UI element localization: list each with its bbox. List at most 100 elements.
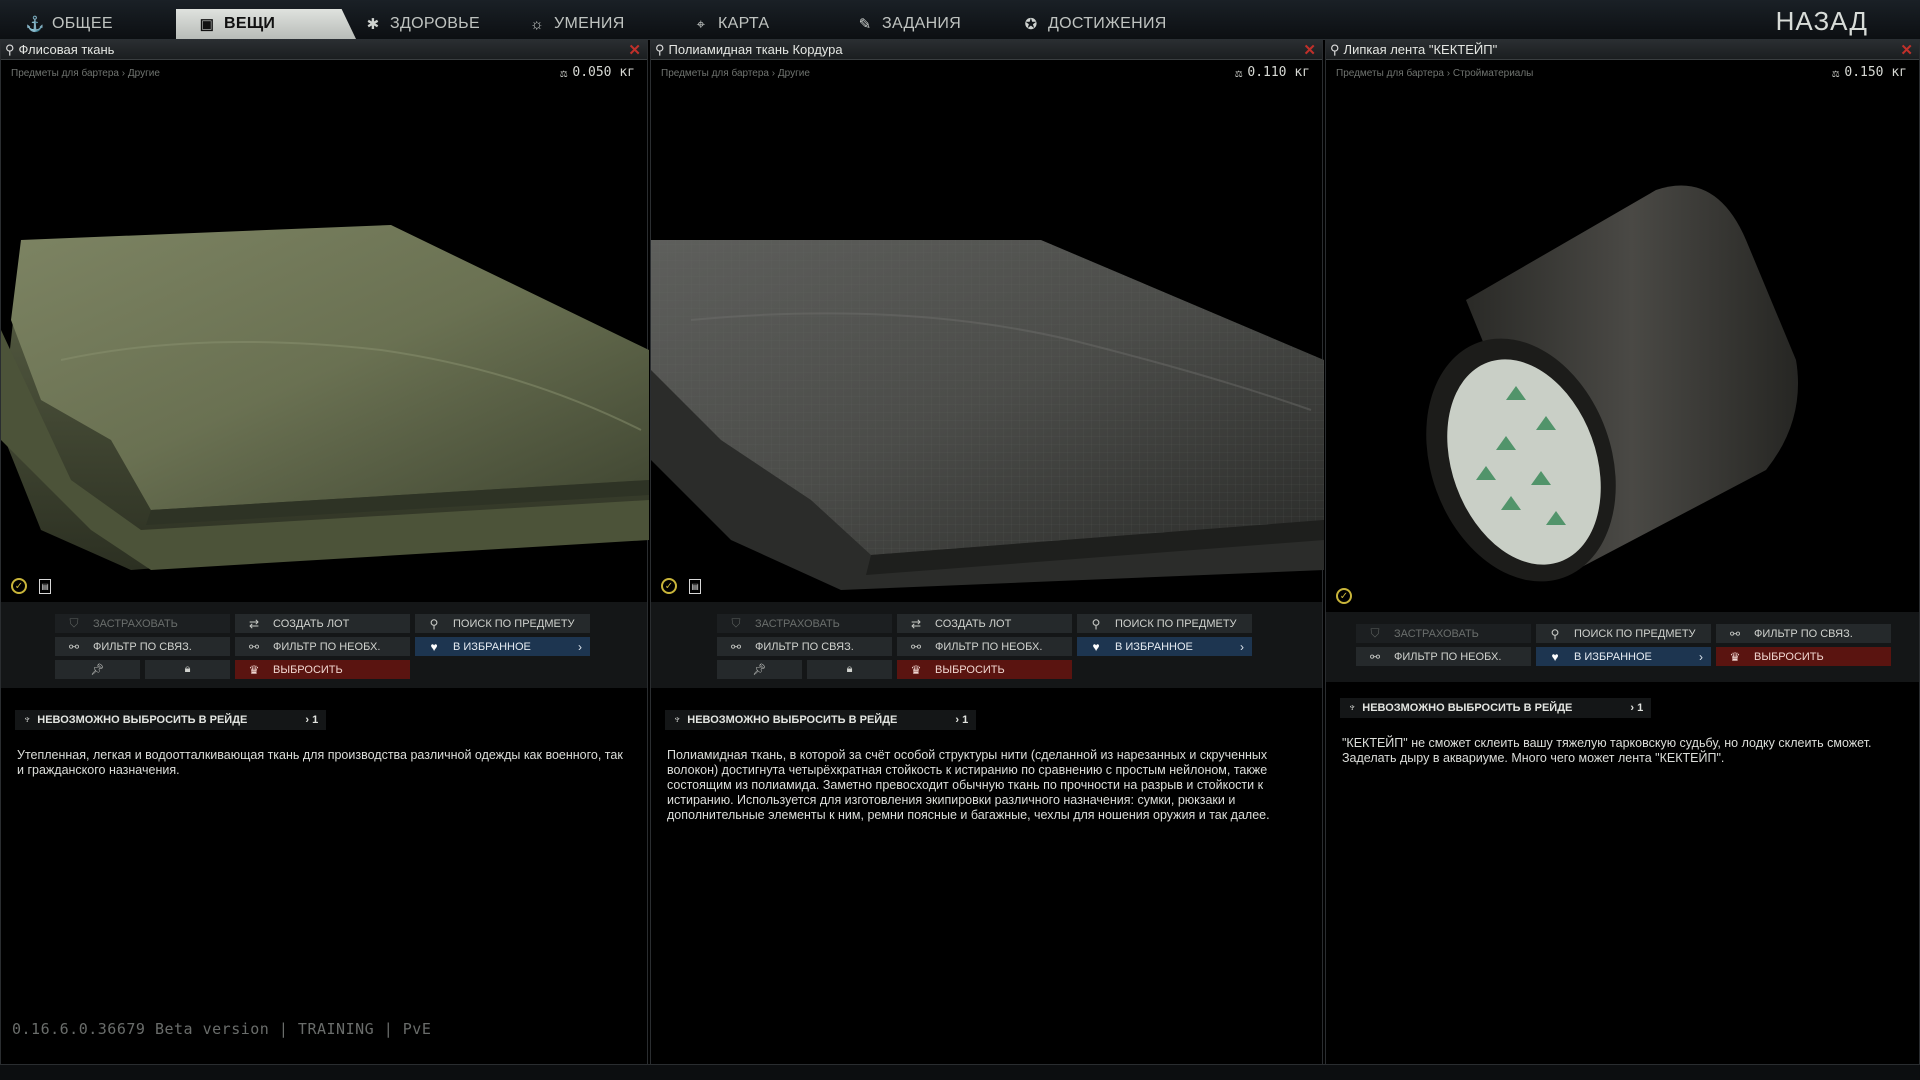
lock-icon: 🔒︎ [184, 663, 191, 675]
examined-icon: ✓ [11, 578, 27, 594]
item-badges: ✓ ▤ [11, 578, 51, 594]
version-label: 0.16.6.0.36679 Beta version | TRAINING |… [12, 1020, 432, 1038]
lock-button[interactable]: 🔒︎ [145, 660, 230, 679]
search-item-button[interactable]: ⚲ ПОИСК ПО ПРЕДМЕТУ [1077, 614, 1252, 633]
skills-icon: ☼ [529, 15, 545, 33]
filter-linked-button[interactable]: ⚯ ФИЛЬТР ПО СВЯЗ. [717, 637, 892, 656]
tab-label: УМЕНИЯ [554, 15, 625, 32]
filter-needed-label: ФИЛЬТР ПО НЕОБХ. [935, 640, 1043, 653]
heart-icon: ♥ [1551, 649, 1559, 664]
document-icon: ▤ [689, 578, 701, 594]
search-icon: ⚲ [5, 41, 15, 57]
discard-button[interactable]: ♛ ВЫБРОСИТЬ [235, 660, 410, 679]
tab-items[interactable]: ▣ ВЕЩИ [176, 9, 356, 39]
insure-button[interactable]: ⛉ ЗАСТРАХОВАТЬ [717, 614, 892, 633]
lock-button[interactable]: 🔒︎ [807, 660, 892, 679]
tab-tasks[interactable]: ✎ ЗАДАНИЯ [856, 9, 1006, 39]
create-lot-button[interactable]: ⇄ СОЗДАТЬ ЛОТ [897, 614, 1072, 633]
favorite-button[interactable]: ♥ В ИЗБРАННОЕ › [1077, 637, 1252, 656]
trophy-icon: ♆ [1348, 702, 1357, 714]
discard-button[interactable]: ♛ ВЫБРОСИТЬ [1716, 647, 1891, 666]
heart-icon: ♥ [430, 639, 438, 654]
raid-restriction-tag[interactable]: ♆ НЕВОЗМОЖНО ВЫБРОСИТЬ В РЕЙДЕ › 1 [15, 710, 327, 730]
weight-value: 0.110 кг [1247, 65, 1310, 80]
chevron-right-icon: › [1240, 639, 1244, 654]
health-icon: ✱ [366, 16, 380, 33]
discard-button[interactable]: ♛ ВЫБРОСИТЬ [897, 660, 1072, 679]
examined-icon: ✓ [1336, 588, 1352, 604]
tab-label: ВЕЩИ [224, 15, 276, 32]
achievement-icon: ✪ [1024, 16, 1038, 33]
close-icon[interactable]: ✕ [628, 41, 641, 59]
breadcrumb: Предметы для бартера › Другие [661, 68, 810, 79]
link-icon: ⚯ [248, 639, 260, 654]
favorite-button[interactable]: ♥ В ИЗБРАННОЕ › [415, 637, 590, 656]
create-lot-label: СОЗДАТЬ ЛОТ [935, 617, 1012, 630]
raid-tag-label: НЕВОЗМОЖНО ВЫБРОСИТЬ В РЕЙДЕ [687, 714, 898, 726]
link-icon: ⚯ [730, 639, 742, 654]
action-bar: ⛉ ЗАСТРАХОВАТЬ ⇄ СОЗДАТЬ ЛОТ ⚲ ПОИСК ПО … [651, 602, 1322, 688]
filter-needed-button[interactable]: ⚯ ФИЛЬТР ПО НЕОБХ. [235, 637, 410, 656]
close-icon[interactable]: ✕ [1303, 41, 1316, 59]
insure-button[interactable]: ⛉ ЗАСТРАХОВАТЬ [1356, 624, 1531, 643]
raid-tag-count: › 1 [955, 714, 969, 726]
item-panel-tape: ⚲ Липкая лента "КЕКТЕЙП" ✕ Предметы для … [1325, 40, 1920, 1064]
item-weight: ⚖ 0.050 кг [560, 65, 635, 80]
search-icon: ⚲ [1330, 41, 1340, 57]
magnifier-icon: ⚲ [1550, 626, 1560, 641]
filter-needed-label: ФИЛЬТР ПО НЕОБХ. [1394, 650, 1502, 663]
tab-achievements[interactable]: ✪ ДОСТИЖЕНИЯ [1022, 9, 1182, 39]
insure-label: ЗАСТРАХОВАТЬ [1394, 627, 1479, 640]
tab-label: ЗДОРОВЬЕ [390, 15, 480, 32]
search-item-label: ПОИСК ПО ПРЕДМЕТУ [1574, 627, 1696, 640]
tab-general[interactable]: ⚓ ОБЩЕЕ [26, 9, 176, 39]
pin-button[interactable]: 📌︎ [55, 660, 140, 679]
pin-button[interactable]: 📌︎ [717, 660, 802, 679]
swap-icon: ⇄ [910, 616, 922, 631]
item-image-tape [1426, 185, 1798, 582]
panel-header[interactable]: ⚲ Липкая лента "КЕКТЕЙП" ✕ [1326, 40, 1919, 60]
search-item-button[interactable]: ⚲ ПОИСК ПО ПРЕДМЕТУ [415, 614, 590, 633]
raid-restriction-tag[interactable]: ♆ НЕВОЗМОЖНО ВЫБРОСИТЬ В РЕЙДЕ › 1 [665, 710, 977, 730]
search-item-button[interactable]: ⚲ ПОИСК ПО ПРЕДМЕТУ [1536, 624, 1711, 643]
create-lot-button[interactable]: ⇄ СОЗДАТЬ ЛОТ [235, 614, 410, 633]
raid-restriction-tag[interactable]: ♆ НЕВОЗМОЖНО ВЫБРОСИТЬ В РЕЙДЕ › 1 [1340, 698, 1652, 718]
filter-needed-button[interactable]: ⚯ ФИЛЬТР ПО НЕОБХ. [897, 637, 1072, 656]
insure-button[interactable]: ⛉ ЗАСТРАХОВАТЬ [55, 614, 230, 633]
favorite-label: В ИЗБРАННОЕ [1574, 650, 1652, 663]
back-button[interactable]: НАЗАД [1776, 6, 1868, 37]
top-nav: ⚓ ОБЩЕЕ ▣ ВЕЩИ ✱ ЗДОРОВЬЕ ☼ УМЕНИЯ ⌖ КАР… [0, 0, 1920, 40]
filter-linked-label: ФИЛЬТР ПО СВЯЗ. [93, 640, 192, 653]
shield-icon: ⛉ [731, 616, 741, 630]
panel-header[interactable]: ⚲ Полиамидная ткань Кордура ✕ [651, 40, 1322, 60]
tasks-icon: ✎ [858, 16, 872, 33]
discard-icon: ♛ [910, 662, 922, 677]
filter-needed-button[interactable]: ⚯ ФИЛЬТР ПО НЕОБХ. [1356, 647, 1531, 666]
item-description: Полиамидная ткань, в которой за счёт осо… [667, 748, 1270, 822]
close-icon[interactable]: ✕ [1900, 41, 1913, 59]
insure-label: ЗАСТРАХОВАТЬ [93, 617, 178, 630]
chevron-right-icon: › [578, 639, 582, 654]
raid-tag-label: НЕВОЗМОЖНО ВЫБРОСИТЬ В РЕЙДЕ [37, 714, 248, 726]
item-weight: ⚖ 0.110 кг [1235, 65, 1310, 80]
tab-label: КАРТА [718, 15, 770, 32]
weight-value: 0.050 кг [572, 65, 635, 80]
tab-health[interactable]: ✱ ЗДОРОВЬЕ [364, 9, 514, 39]
filter-linked-button[interactable]: ⚯ ФИЛЬТР ПО СВЯЗ. [55, 637, 230, 656]
weight-icon: ⚖ [1832, 65, 1840, 80]
panel-header[interactable]: ⚲ Флисовая ткань ✕ [1, 40, 647, 60]
item-badges: ✓ ▤ [661, 578, 701, 594]
discard-label: ВЫБРОСИТЬ [273, 663, 343, 676]
lock-icon: 🔒︎ [846, 663, 853, 675]
favorite-button[interactable]: ♥ В ИЗБРАННОЕ › [1536, 647, 1711, 666]
action-bar: ⛉ ЗАСТРАХОВАТЬ ⇄ СОЗДАТЬ ЛОТ ⚲ ПОИСК ПО … [1, 602, 647, 688]
raid-tag-count: › 1 [305, 714, 319, 726]
tab-skills[interactable]: ☼ УМЕНИЯ [528, 9, 678, 39]
filter-linked-button[interactable]: ⚯ ФИЛЬТР ПО СВЯЗ. [1716, 624, 1891, 643]
panel-title: Липкая лента "КЕКТЕЙП" [1343, 42, 1498, 57]
filter-linked-label: ФИЛЬТР ПО СВЯЗ. [755, 640, 854, 653]
tab-map[interactable]: ⌖ КАРТА [692, 9, 822, 39]
weight-icon: ⚖ [1235, 65, 1243, 80]
link-icon: ⚯ [68, 639, 80, 654]
trophy-icon: ♆ [23, 714, 32, 726]
